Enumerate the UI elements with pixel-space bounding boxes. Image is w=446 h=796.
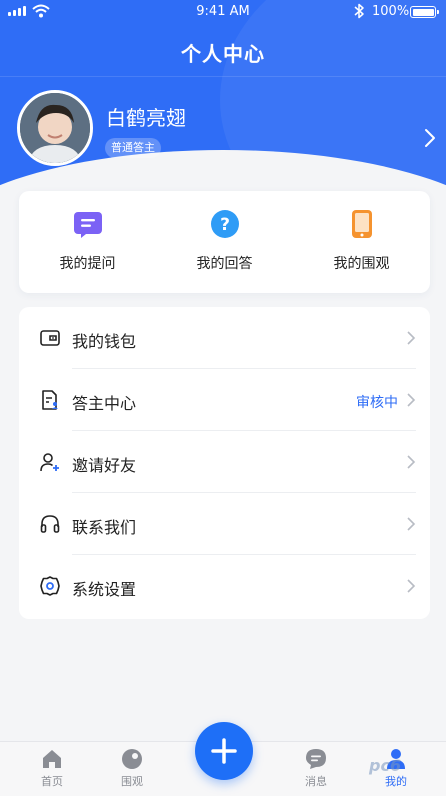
- phone-watch-icon: [351, 210, 372, 238]
- my-answers-button[interactable]: ? 我的回答: [156, 209, 293, 273]
- header-divider: [0, 76, 446, 77]
- chevron-right-icon: [407, 455, 416, 469]
- message-icon: [306, 749, 326, 769]
- add-question-button[interactable]: [195, 722, 253, 780]
- tab-label: 我的: [385, 775, 407, 788]
- document-user-icon: [42, 390, 58, 410]
- tab-label: 围观: [121, 775, 143, 788]
- chevron-right-icon: [407, 579, 416, 593]
- watermark: pc6: [369, 756, 402, 775]
- svg-text:?: ?: [220, 215, 230, 235]
- tab-home[interactable]: 首页: [22, 748, 82, 789]
- bluetooth-icon: [354, 3, 364, 19]
- avatar[interactable]: [17, 90, 93, 166]
- role-badge: 普通答主: [105, 138, 161, 158]
- tab-messages[interactable]: 消息: [286, 748, 346, 789]
- menu-item-label: 联系我们: [72, 518, 137, 537]
- quick-action-label: 我的回答: [196, 256, 253, 272]
- menu-item-label: 我的钱包: [72, 332, 137, 351]
- menu-item-label: 邀请好友: [72, 456, 137, 475]
- settings-menu-card: 我的钱包 答主中心 审核中 邀请好友 联系我们 系统设置: [19, 307, 430, 619]
- profile-name: 白鹤亮翅: [106, 106, 186, 130]
- menu-item-label: 系统设置: [72, 580, 137, 599]
- add-user-icon: [40, 453, 59, 472]
- tab-watch[interactable]: 围观: [102, 748, 162, 789]
- tab-label: 消息: [305, 775, 327, 788]
- my-watching-button[interactable]: 我的围观: [293, 209, 430, 273]
- profile-chevron-right-icon[interactable]: [424, 128, 436, 148]
- menu-item-status: 审核中: [356, 395, 398, 411]
- home-icon: [43, 750, 61, 768]
- menu-item-answerer-center[interactable]: 答主中心 审核中: [19, 369, 430, 431]
- watch-icon: [122, 749, 142, 769]
- my-questions-button[interactable]: 我的提问: [19, 209, 156, 273]
- menu-item-system-settings[interactable]: 系统设置: [19, 555, 430, 617]
- chevron-right-icon: [407, 393, 416, 407]
- settings-gear-icon: [40, 576, 60, 596]
- page-title: 个人中心: [181, 42, 265, 66]
- menu-item-contact-us[interactable]: 联系我们: [19, 493, 430, 555]
- menu-item-invite-friends[interactable]: 邀请好友: [19, 431, 430, 493]
- answer-question-icon: ?: [210, 210, 239, 238]
- tab-label: 首页: [41, 775, 63, 788]
- chevron-right-icon: [407, 331, 416, 345]
- question-chat-icon: [73, 212, 102, 238]
- battery-icon: [410, 6, 439, 18]
- battery-percent: 100%: [372, 4, 410, 19]
- plus-icon: [211, 738, 237, 764]
- headset-icon: [40, 515, 60, 533]
- quick-action-label: 我的围观: [333, 256, 390, 272]
- chevron-right-icon: [407, 517, 416, 531]
- menu-item-label: 答主中心: [72, 394, 137, 413]
- quick-action-label: 我的提问: [59, 256, 116, 272]
- status-bar: 9:41 AM 100%: [0, 0, 446, 24]
- quick-actions-card: 我的提问 ? 我的回答 我的围观: [19, 191, 430, 293]
- menu-item-wallet[interactable]: 我的钱包: [19, 307, 430, 369]
- wallet-icon: [40, 330, 60, 346]
